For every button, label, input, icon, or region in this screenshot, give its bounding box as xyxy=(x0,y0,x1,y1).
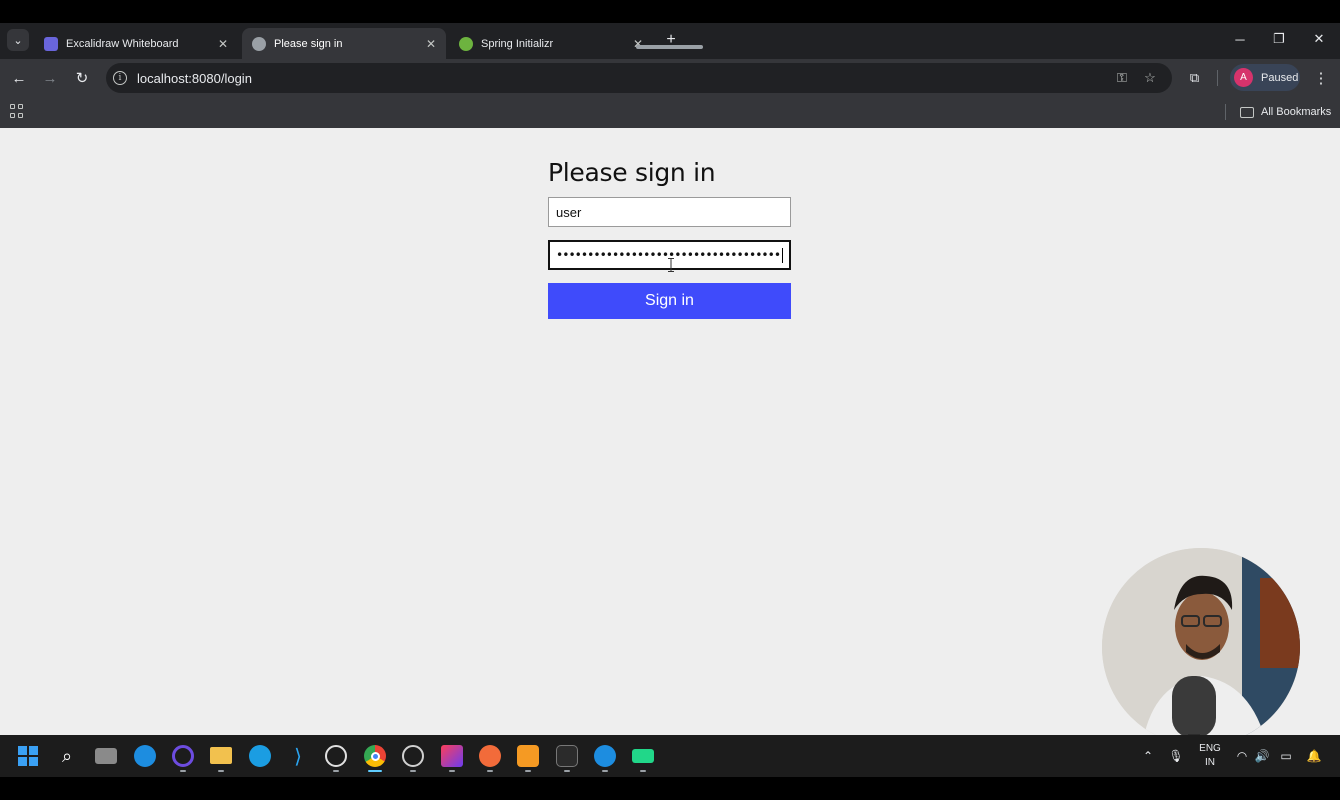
reload-icon[interactable]: ↻ xyxy=(72,68,92,88)
page-title: Please sign in xyxy=(548,158,716,187)
notification-icon[interactable]: 🔔 xyxy=(1306,746,1322,766)
microphone-icon[interactable]: 🎙 xyxy=(1168,746,1184,766)
postman-icon[interactable] xyxy=(479,745,501,767)
minimize-icon[interactable]: ─ xyxy=(1230,29,1250,49)
address-url[interactable]: localhost:8080/login xyxy=(137,71,252,86)
password-key-icon[interactable]: ⚿ xyxy=(1114,70,1130,86)
username-field[interactable]: user xyxy=(548,197,791,227)
language-code: ENG xyxy=(1199,743,1221,754)
forward-icon[interactable]: → xyxy=(40,68,60,88)
sublime-icon[interactable] xyxy=(517,745,539,767)
more-menu-icon[interactable]: ⋮ xyxy=(1313,68,1329,88)
running-indicator xyxy=(525,770,531,772)
screen: ⌄ Excalidraw Whiteboard ✕ Please sign in… xyxy=(0,0,1340,800)
running-indicator xyxy=(564,770,570,772)
close-icon[interactable]: ✕ xyxy=(422,35,440,53)
text-caret xyxy=(782,247,783,263)
back-icon[interactable]: ← xyxy=(9,68,29,88)
edge-icon[interactable] xyxy=(249,745,271,767)
address-bar[interactable]: i localhost:8080/login ⚿ ☆ xyxy=(106,63,1172,93)
username-value: user xyxy=(556,204,582,220)
restore-icon[interactable]: ❐ xyxy=(1269,29,1289,49)
all-bookmarks-button[interactable]: All Bookmarks xyxy=(1240,104,1331,120)
running-indicator xyxy=(180,770,186,772)
active-indicator xyxy=(368,770,382,772)
pycharm-icon[interactable] xyxy=(632,749,654,763)
start-icon[interactable] xyxy=(17,745,39,767)
tab-strip: ⌄ Excalidraw Whiteboard ✕ Please sign in… xyxy=(0,23,1340,59)
bookmarks-divider xyxy=(1225,104,1226,120)
close-icon[interactable]: ✕ xyxy=(214,35,232,53)
tab-title: Excalidraw Whiteboard xyxy=(66,37,179,50)
running-indicator xyxy=(410,770,416,772)
password-field[interactable]: •••••••••••••••••••••••••••••••••••• xyxy=(548,240,791,272)
tab-spring-initializr[interactable]: Spring Initializr ✕ xyxy=(449,28,653,59)
chevron-up-icon[interactable]: ⌃ xyxy=(1140,746,1156,766)
language-indicator[interactable]: ENG IN xyxy=(1196,742,1224,770)
search-icon[interactable]: ⌕ xyxy=(56,745,78,767)
terminal-icon[interactable] xyxy=(556,745,578,767)
running-indicator xyxy=(640,770,646,772)
apps-grid-icon[interactable] xyxy=(10,104,24,118)
docker-icon[interactable] xyxy=(134,745,156,767)
battery-icon[interactable]: ▭ xyxy=(1277,746,1295,766)
bookmarks-bar: All Bookmarks xyxy=(0,97,1340,128)
vscode-icon[interactable]: ⟩ xyxy=(287,745,309,768)
running-indicator xyxy=(218,770,224,772)
language-region: IN xyxy=(1205,757,1215,768)
excalidraw-icon xyxy=(44,36,58,51)
tab-scroll-indicator xyxy=(636,45,703,49)
bookmark-star-icon[interactable]: ☆ xyxy=(1142,70,1158,86)
window-close-icon[interactable]: ✕ xyxy=(1309,29,1329,49)
profile-button[interactable]: A Paused xyxy=(1230,64,1300,91)
tab-title: Please sign in xyxy=(274,37,343,50)
presenter-image xyxy=(1102,548,1300,746)
signin-form: Please sign in user ••••••••••••••••••••… xyxy=(548,158,791,319)
chrome-icon[interactable] xyxy=(364,745,386,767)
profile-status: Paused xyxy=(1261,71,1299,84)
page-content: Please sign in user ••••••••••••••••••••… xyxy=(0,128,1340,746)
chevron-down-icon: ⌄ xyxy=(13,34,23,47)
all-bookmarks-label: All Bookmarks xyxy=(1261,106,1332,118)
taskbar: ⌕ ⟩ ⌃ 🎙 ENG IN ◠ 🔊 ▭ 🔔 xyxy=(0,735,1340,777)
running-indicator xyxy=(487,770,493,772)
tab-please-sign-in[interactable]: Please sign in ✕ xyxy=(242,28,446,59)
docker-desktop-icon[interactable] xyxy=(594,745,616,767)
task-view-icon[interactable] xyxy=(95,748,117,764)
close-icon[interactable]: ✕ xyxy=(629,35,647,53)
sign-in-button[interactable]: Sign in xyxy=(548,283,791,319)
cortana-icon[interactable] xyxy=(172,745,194,767)
tab-search-button[interactable]: ⌄ xyxy=(7,29,29,51)
intellij-icon[interactable] xyxy=(441,745,463,767)
chatgpt-icon[interactable] xyxy=(325,745,347,767)
running-indicator xyxy=(449,770,455,772)
wifi-icon[interactable]: ◠ xyxy=(1234,746,1250,766)
site-info-icon[interactable]: i xyxy=(113,71,127,85)
extensions-icon[interactable]: ⧉ xyxy=(1186,69,1203,86)
webcam-overlay xyxy=(1102,548,1300,746)
running-indicator xyxy=(602,770,608,772)
file-explorer-icon[interactable] xyxy=(210,747,232,764)
avatar: A xyxy=(1234,68,1253,87)
globe-icon xyxy=(252,36,266,51)
text-cursor-icon xyxy=(668,258,674,272)
tab-title: Spring Initializr xyxy=(481,37,554,50)
tab-excalidraw[interactable]: Excalidraw Whiteboard ✕ xyxy=(34,28,238,59)
volume-icon[interactable]: 🔊 xyxy=(1254,746,1270,766)
obs-icon[interactable] xyxy=(402,745,424,767)
folder-icon xyxy=(1240,106,1254,118)
spring-icon xyxy=(459,36,473,51)
running-indicator xyxy=(333,770,339,772)
browser-toolbar: ← → ↻ i localhost:8080/login ⚿ ☆ ⧉ A Pau… xyxy=(0,59,1340,97)
toolbar-divider xyxy=(1217,70,1218,86)
